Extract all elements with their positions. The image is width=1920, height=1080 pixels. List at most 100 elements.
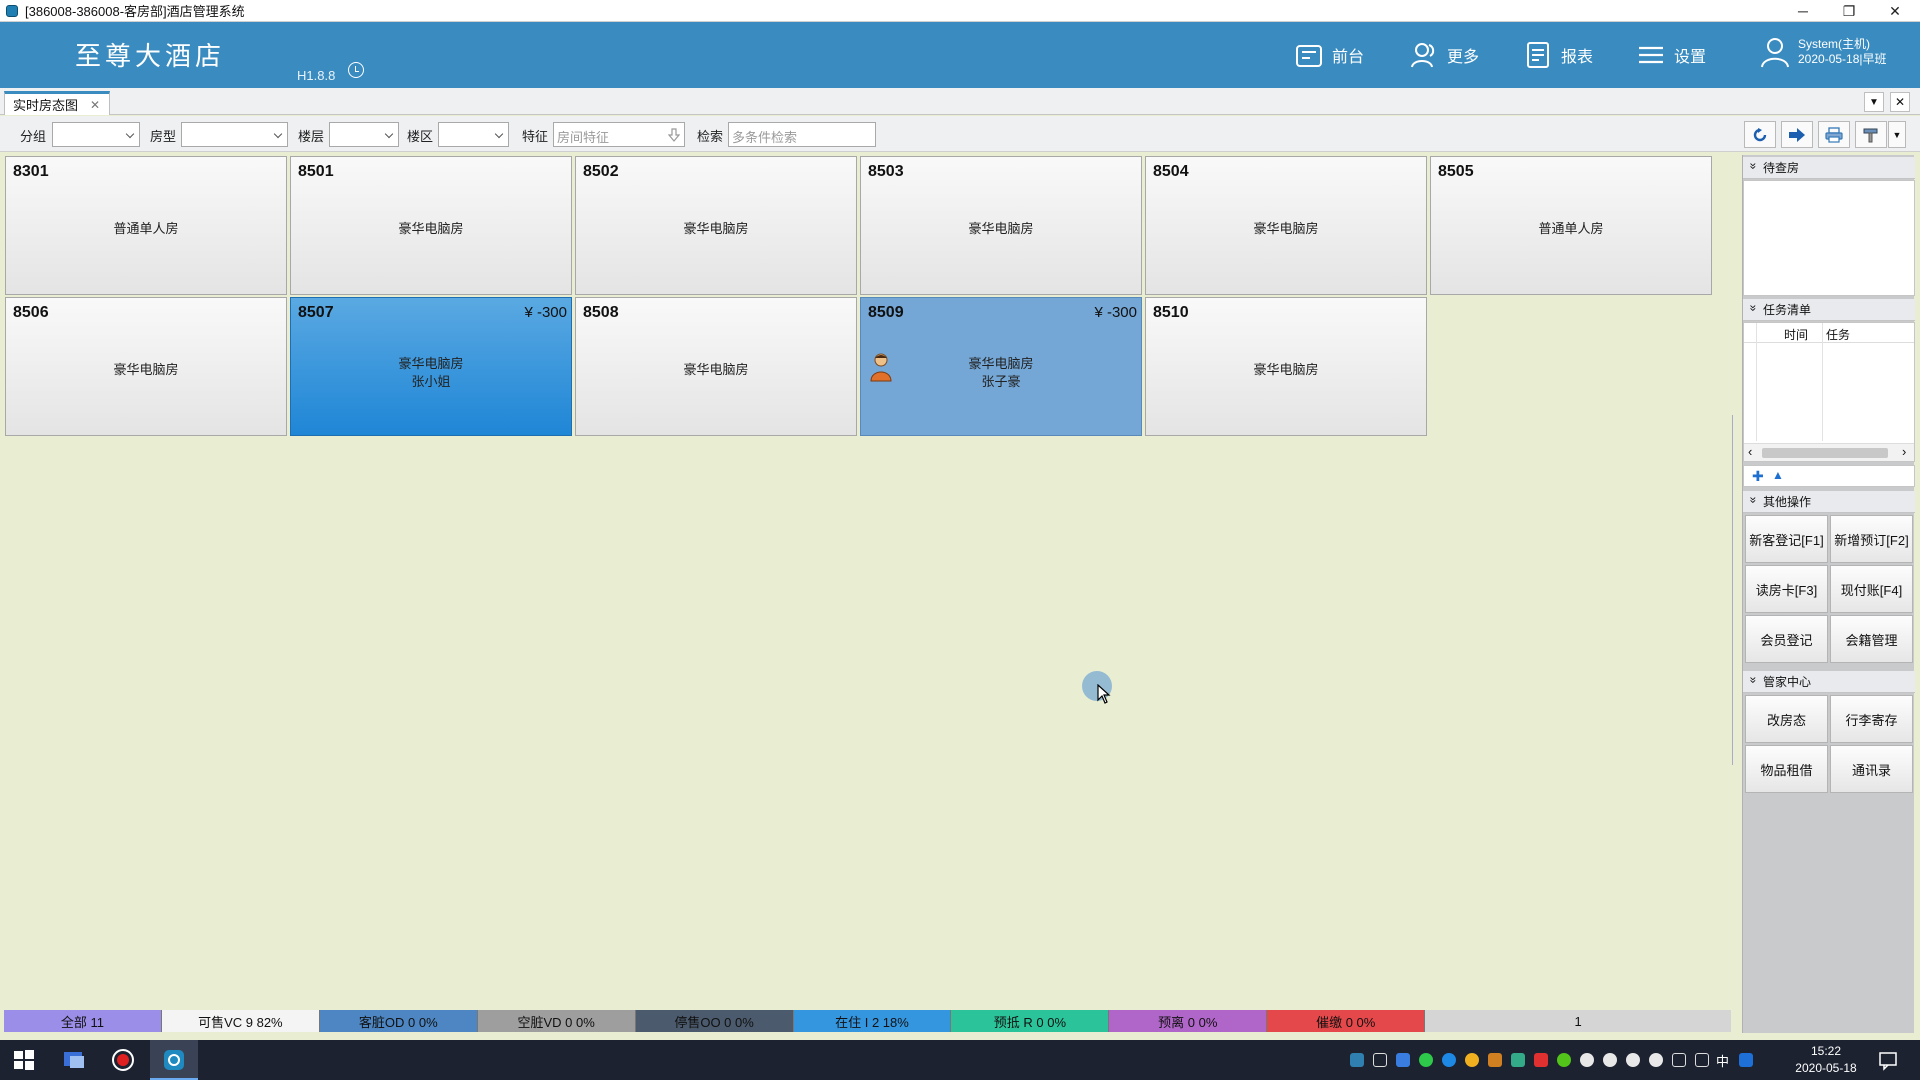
tab-close-icon[interactable]: ✕ [90, 98, 100, 112]
nav-report[interactable]: 报表 [1523, 38, 1593, 72]
room-card-8501[interactable]: 8501 豪华电脑房 [290, 156, 572, 295]
notification-icon[interactable] [1876, 1048, 1900, 1072]
contacts-button[interactable]: 通讯录 [1830, 745, 1913, 793]
orange-tray-icon[interactable] [1488, 1053, 1502, 1067]
current-user[interactable]: System(主机) 2020-05-18|早班 [1760, 36, 1887, 68]
floor-select[interactable] [329, 122, 399, 147]
horizontal-scrollbar[interactable]: ‹ › [1744, 443, 1914, 461]
group-select[interactable] [52, 122, 140, 147]
move-up-icon[interactable]: ▲ [1772, 468, 1784, 482]
browser-tray-icon[interactable] [1442, 1053, 1456, 1067]
tasks-header[interactable]: 任务清单 [1743, 299, 1915, 321]
tools-dropdown[interactable]: ▼ [1888, 121, 1906, 148]
refresh-button[interactable] [1744, 121, 1776, 148]
tools-button[interactable] [1855, 121, 1887, 148]
new-guest-checkin-button[interactable]: 新客登记[F1] [1745, 515, 1828, 563]
maximize-button[interactable]: ❐ [1826, 0, 1872, 22]
filter-bar: 分组 房型 楼层 楼区 特征 房间特征 检索 多条件检索 ▼ [0, 116, 1920, 152]
membership-manage-button[interactable]: 会籍管理 [1830, 615, 1913, 663]
nav-more[interactable]: 更多 [1409, 38, 1479, 72]
nav-settings[interactable]: 设置 [1636, 38, 1706, 72]
pending-rooms-list[interactable] [1743, 180, 1915, 296]
taskbar-active-app[interactable] [150, 1040, 198, 1080]
tab-room-status[interactable]: 实时房态图 ✕ [4, 91, 110, 115]
qq-icon[interactable] [1580, 1053, 1594, 1067]
status-out-of-order[interactable]: 停售OO 0 0% [635, 1010, 794, 1032]
room-card-8502[interactable]: 8502 豪华电脑房 [575, 156, 857, 295]
hotel-app-icon [164, 1050, 184, 1070]
room-card-8509[interactable]: 8509 ¥ -300 豪华电脑房 张子豪 [860, 297, 1142, 436]
feature-placeholder: 房间特征 [557, 130, 610, 145]
print-button[interactable] [1818, 121, 1850, 148]
usb-icon[interactable] [1672, 1053, 1686, 1067]
clock-icon[interactable] [348, 62, 364, 78]
add-task-icon[interactable]: ✚ [1752, 468, 1764, 485]
pending-rooms-header[interactable]: 待查房 [1743, 157, 1915, 179]
butler-center-header[interactable]: 管家中心 [1743, 671, 1915, 693]
room-card-8507[interactable]: 8507 ¥ -300 豪华电脑房 张小姐 [290, 297, 572, 436]
close-window-button[interactable]: ✕ [1872, 0, 1918, 22]
hotel-brand: 至尊大酒店 [75, 42, 226, 72]
status-payment-due[interactable]: 催缴 0 0% [1267, 1010, 1426, 1032]
refresh-icon [1753, 127, 1767, 141]
new-reservation-button[interactable]: 新增预订[F2] [1830, 515, 1913, 563]
room-card-8510[interactable]: 8510 豪华电脑房 [1145, 297, 1427, 436]
tasks-table[interactable]: 时间 任务 ‹ › [1743, 322, 1915, 462]
panel-splitter[interactable] [1732, 415, 1737, 765]
room-card-8504[interactable]: 8504 豪华电脑房 [1145, 156, 1427, 295]
status-vacant-clean[interactable]: 可售VC 9 82% [161, 1010, 320, 1032]
room-card-8505[interactable]: 8505 普通单人房 [1430, 156, 1712, 295]
status-occupied-dirty[interactable]: 客脏OD 0 0% [319, 1010, 478, 1032]
search-input[interactable]: 多条件检索 [728, 122, 876, 147]
room-card-8301[interactable]: 8301 普通单人房 [5, 156, 287, 295]
room-price: ¥ -300 [524, 304, 567, 321]
forward-button[interactable] [1781, 121, 1813, 148]
taskbar-clock[interactable]: 15:22 2020-05-18 [1790, 1043, 1862, 1077]
close-all-tabs-button[interactable]: ✕ [1890, 92, 1910, 112]
room-number: 8505 [1438, 163, 1474, 180]
tab-list-dropdown[interactable]: ▼ [1864, 92, 1884, 112]
status-expected-arrival[interactable]: 预抵 R 0 0% [951, 1010, 1110, 1032]
room-type-select[interactable] [181, 122, 288, 147]
network-icon[interactable] [1695, 1053, 1709, 1067]
input-tray-icon[interactable] [1739, 1053, 1753, 1067]
wechat-icon[interactable] [1557, 1053, 1571, 1067]
status-expected-departure[interactable]: 预离 0 0% [1109, 1010, 1268, 1032]
status-all[interactable]: 全部 11 [4, 1010, 162, 1032]
scroll-right-icon[interactable]: › [1902, 444, 1906, 459]
room-card-8508[interactable]: 8508 豪华电脑房 [575, 297, 857, 436]
file-manager-icon[interactable] [62, 1048, 86, 1072]
qq-icon-3[interactable] [1626, 1053, 1640, 1067]
other-ops-header[interactable]: 其他操作 [1743, 491, 1915, 513]
clock-time: 15:22 [1810, 1044, 1842, 1058]
yellow-tray-icon[interactable] [1465, 1053, 1479, 1067]
minimize-button[interactable]: ─ [1780, 0, 1826, 22]
shield-icon[interactable] [1396, 1053, 1410, 1067]
scrollbar-thumb[interactable] [1762, 448, 1888, 458]
qq-icon-2[interactable] [1603, 1053, 1617, 1067]
volume-icon[interactable] [1373, 1053, 1387, 1067]
status-vacant-dirty[interactable]: 空脏VD 0 0% [477, 1010, 636, 1032]
scroll-left-icon[interactable]: ‹ [1748, 444, 1752, 459]
member-register-button[interactable]: 会员登记 [1745, 615, 1828, 663]
green-tray-icon[interactable] [1419, 1053, 1433, 1067]
qq-icon-4[interactable] [1649, 1053, 1663, 1067]
item-rental-button[interactable]: 物品租借 [1745, 745, 1828, 793]
red-tray-icon[interactable] [1534, 1053, 1548, 1067]
cash-payment-button[interactable]: 现付账[F4] [1830, 565, 1913, 613]
recorder-icon[interactable] [111, 1048, 135, 1072]
change-room-status-button[interactable]: 改房态 [1745, 695, 1828, 743]
room-card-8506[interactable]: 8506 豪华电脑房 [5, 297, 287, 436]
zone-select[interactable] [438, 122, 509, 147]
teal-tray-icon[interactable] [1511, 1053, 1525, 1067]
room-number: 8301 [13, 163, 49, 180]
tray-app-icon[interactable] [1350, 1053, 1364, 1067]
status-in-house[interactable]: 在住 I 2 18% [793, 1010, 952, 1032]
feature-input[interactable]: 房间特征 [553, 122, 685, 147]
room-card-8503[interactable]: 8503 豪华电脑房 [860, 156, 1142, 295]
nav-front-desk[interactable]: 前台 [1294, 38, 1364, 72]
read-room-card-button[interactable]: 读房卡[F3] [1745, 565, 1828, 613]
luggage-storage-button[interactable]: 行李寄存 [1830, 695, 1913, 743]
input-method-indicator[interactable]: 中 [1716, 1051, 1729, 1070]
windows-start-icon[interactable] [12, 1048, 36, 1072]
